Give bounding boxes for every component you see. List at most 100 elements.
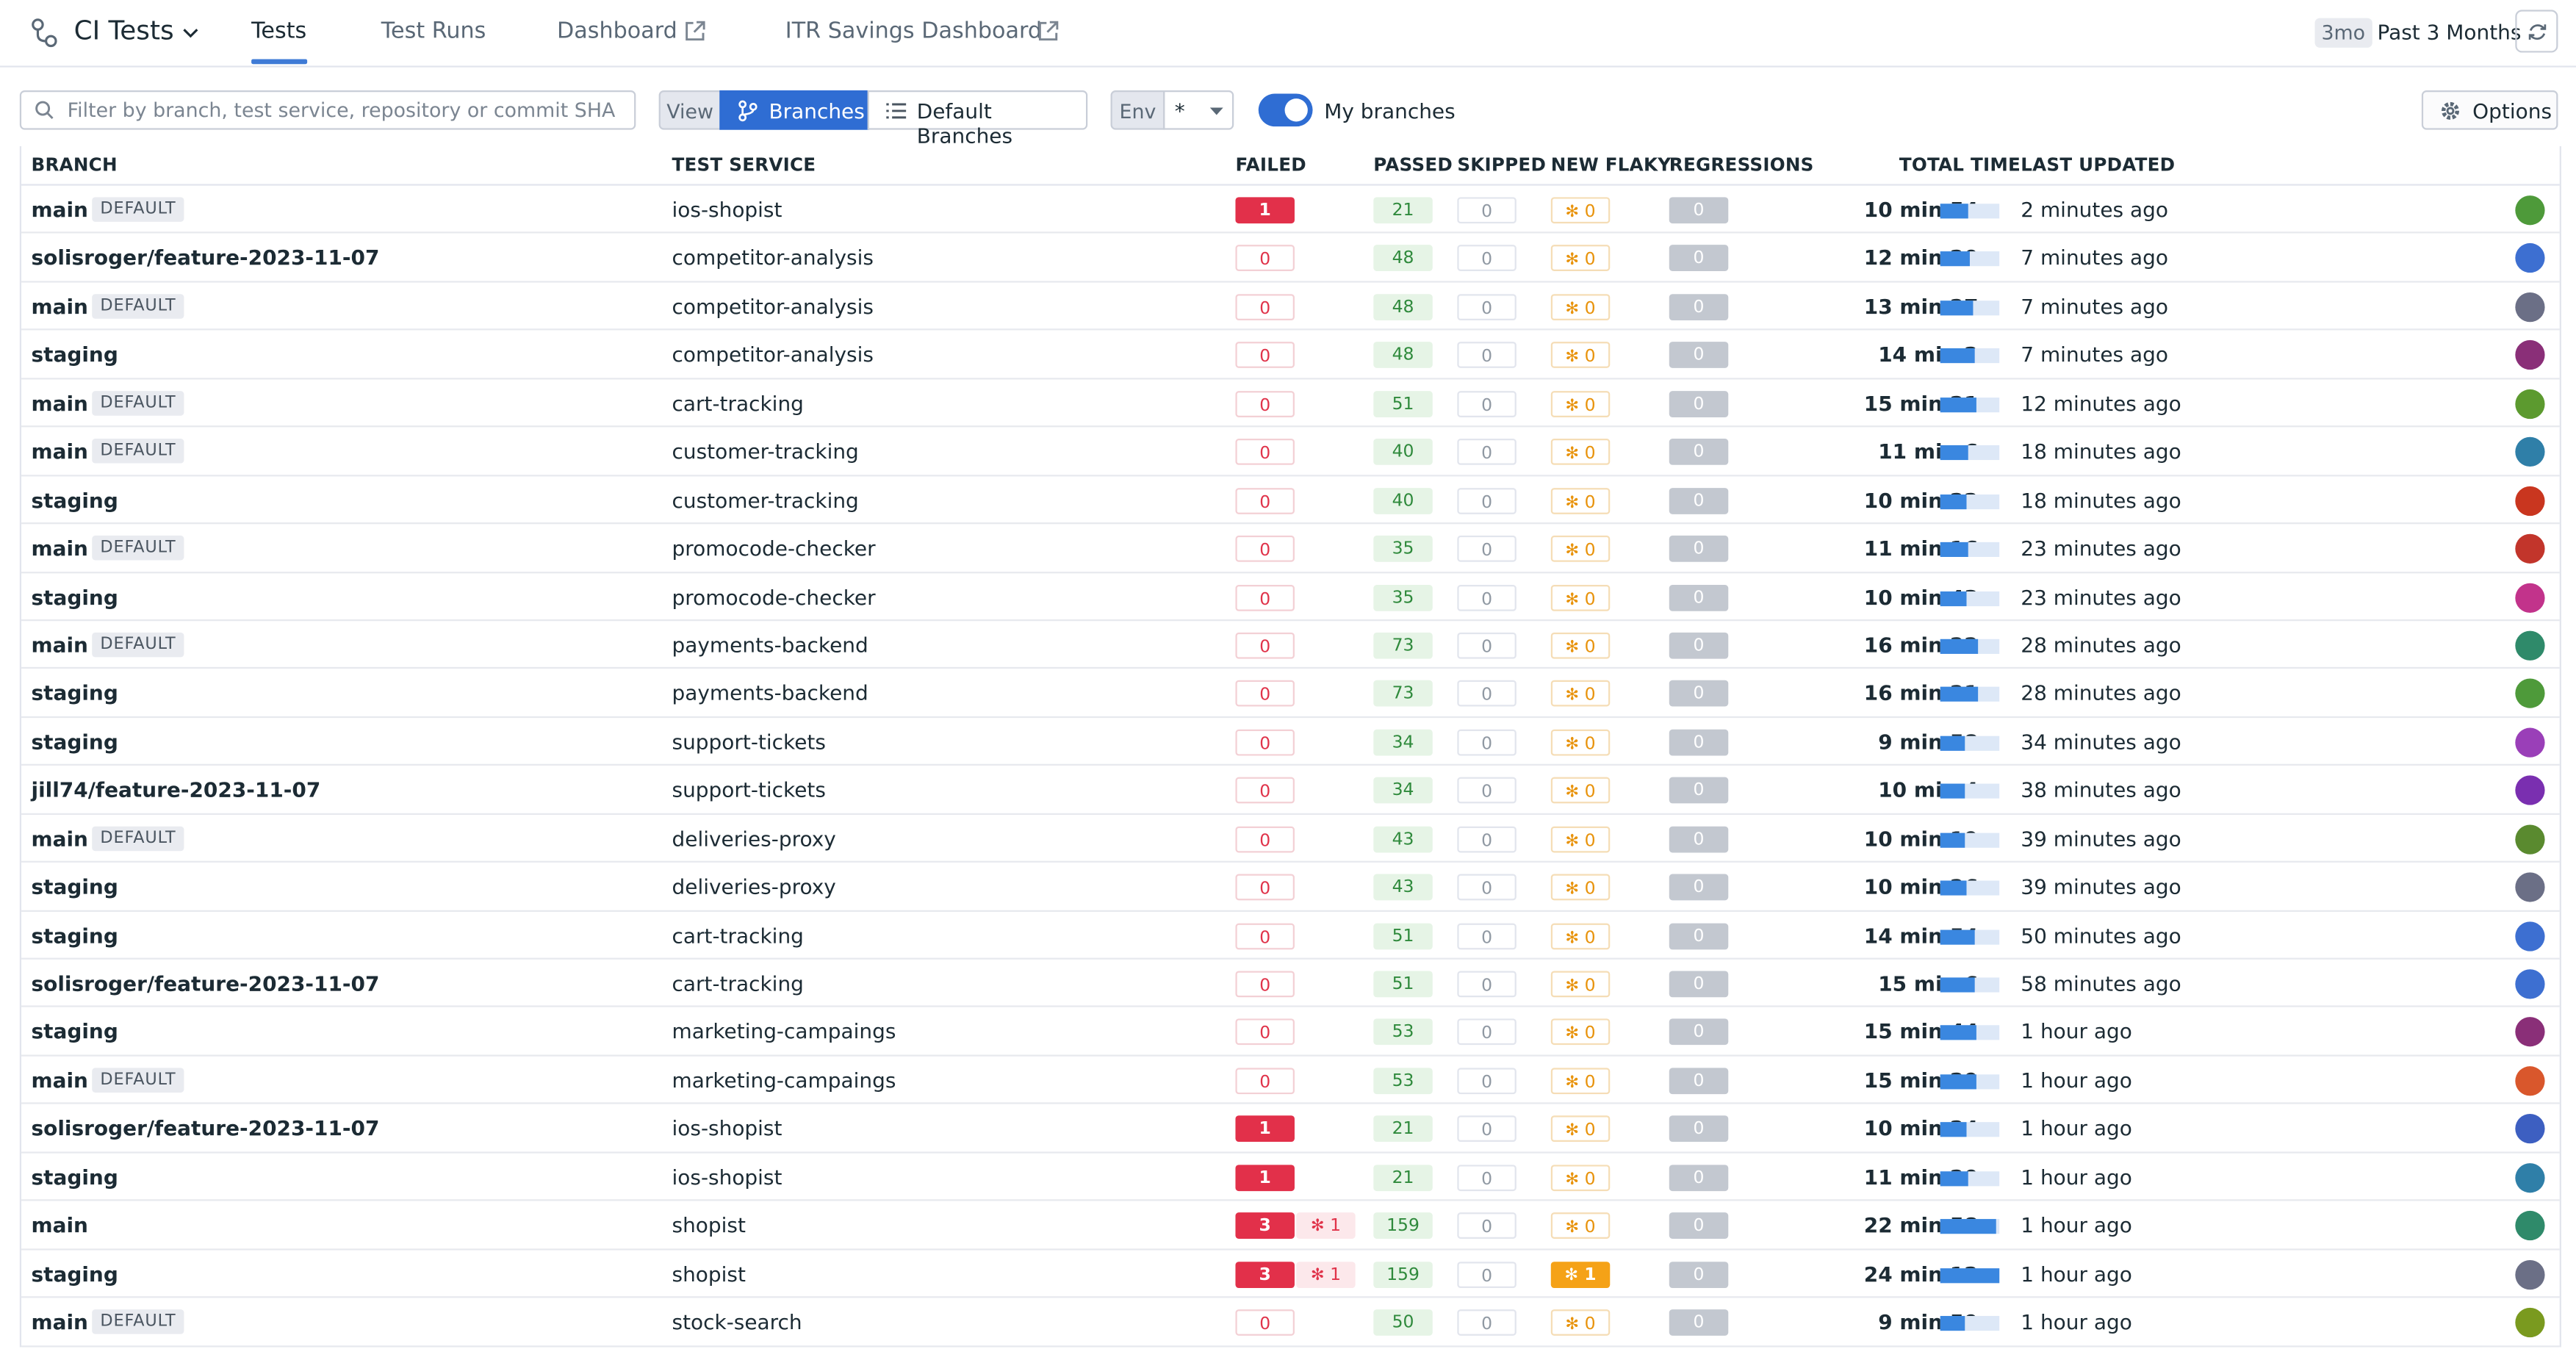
failed-count[interactable]: 0	[1235, 293, 1295, 320]
branch-name[interactable]: main	[31, 1309, 87, 1334]
skipped-count[interactable]: 0	[1457, 1115, 1517, 1143]
branch-name[interactable]: main	[31, 391, 87, 416]
avatar[interactable]	[2515, 727, 2545, 758]
table-row[interactable]: staging ios-shopist 1 21 0 ✻ 0 0 11 min 20 s1 h…	[21, 1153, 2560, 1201]
timeframe-label[interactable]: Past 3 Months	[2377, 20, 2521, 45]
branch-name[interactable]: main	[31, 633, 87, 658]
skipped-count[interactable]: 0	[1457, 390, 1517, 417]
test-service[interactable]: shopist	[672, 1213, 746, 1238]
failed-count[interactable]: 3	[1235, 1261, 1295, 1288]
failed-count[interactable]: 0	[1235, 680, 1295, 708]
avatar[interactable]	[2515, 1065, 2545, 1096]
view-branches-button[interactable]: Branches	[719, 90, 869, 130]
regressions-count[interactable]: 0	[1669, 390, 1729, 417]
col-passed[interactable]: PASSED	[1373, 154, 1453, 176]
col-last-updated[interactable]: LAST UPDATED	[2021, 154, 2175, 176]
test-service[interactable]: cart-tracking	[672, 923, 804, 948]
test-service[interactable]: customer-tracking	[672, 439, 859, 464]
passed-count[interactable]: 48	[1373, 245, 1433, 272]
table-row[interactable]: main DEFAULT promocode-checker 0 35 0 ✻ 0 0 11 m…	[21, 524, 2560, 573]
branch-name[interactable]: staging	[31, 729, 118, 754]
col-branch[interactable]: BRANCH	[31, 154, 117, 176]
my-branches-toggle[interactable]	[1258, 93, 1313, 127]
new-flaky-count[interactable]: ✻ 0	[1550, 1164, 1611, 1191]
regressions-count[interactable]: 0	[1669, 439, 1729, 466]
regressions-count[interactable]: 0	[1669, 874, 1729, 901]
failed-count[interactable]: 0	[1235, 342, 1295, 369]
new-flaky-count[interactable]: ✻ 0	[1550, 487, 1611, 514]
table-row[interactable]: main DEFAULT cart-tracking 0 51 0 ✻ 0 0 15 min 2…	[21, 379, 2560, 428]
branch-name[interactable]: solisroger/feature-2023-11-07	[31, 971, 379, 996]
skipped-count[interactable]: 0	[1457, 874, 1517, 901]
skipped-count[interactable]: 0	[1457, 1019, 1517, 1046]
regressions-count[interactable]: 0	[1669, 342, 1729, 369]
env-select[interactable]: *	[1163, 90, 1234, 130]
table-row[interactable]: staging payments-backend 0 73 0 ✻ 0 0 16 min 21…	[21, 669, 2560, 718]
passed-count[interactable]: 48	[1373, 293, 1433, 320]
new-flaky-count[interactable]: ✻ 0	[1550, 536, 1611, 562]
new-flaky-count[interactable]: ✻ 0	[1550, 971, 1611, 998]
col-regressions[interactable]: REGRESSIONS	[1669, 154, 1814, 176]
avatar[interactable]	[2515, 243, 2545, 274]
table-row[interactable]: main DEFAULT customer-tracking 0 40 0 ✻ 0 0 11 m…	[21, 428, 2560, 476]
regressions-count[interactable]: 0	[1669, 1019, 1729, 1046]
passed-count[interactable]: 43	[1373, 826, 1433, 852]
failed-count[interactable]: 0	[1235, 777, 1295, 804]
skipped-count[interactable]: 0	[1457, 342, 1517, 369]
tab-test-runs[interactable]: Test Runs	[381, 18, 486, 45]
new-flaky-count[interactable]: ✻ 0	[1550, 680, 1611, 708]
new-flaky-count[interactable]: ✻ 0	[1550, 1115, 1611, 1143]
failed-count[interactable]: 0	[1235, 1309, 1295, 1337]
search-input[interactable]	[67, 95, 626, 125]
test-service[interactable]: ios-shopist	[672, 197, 782, 222]
table-row[interactable]: staging shopist 3 ✻ 1 159 0 ✻ 1 0 24 min 12 s1 h…	[21, 1250, 2560, 1298]
passed-count[interactable]: 51	[1373, 390, 1433, 417]
regressions-count[interactable]: 0	[1669, 1261, 1729, 1288]
avatar[interactable]	[2515, 1211, 2545, 1241]
avatar[interactable]	[2515, 437, 2545, 467]
failed-count[interactable]: 1	[1235, 1115, 1295, 1143]
avatar[interactable]	[2515, 1114, 2545, 1144]
table-row[interactable]: staging cart-tracking 0 51 0 ✻ 0 0 14 min 54 s5…	[21, 911, 2560, 960]
passed-count[interactable]: 21	[1373, 1115, 1433, 1143]
avatar[interactable]	[2515, 630, 2545, 661]
regressions-count[interactable]: 0	[1669, 1309, 1729, 1337]
table-row[interactable]: solisroger/feature-2023-11-07 cart-tracki…	[21, 960, 2560, 1008]
test-service[interactable]: support-tickets	[672, 729, 826, 754]
table-row[interactable]: staging deliveries-proxy 0 43 0 ✻ 0 0 10 min 26…	[21, 863, 2560, 912]
avatar[interactable]	[2515, 340, 2545, 370]
new-flaky-count[interactable]: ✻ 0	[1550, 729, 1611, 756]
col-test-service[interactable]: TEST SERVICE	[672, 154, 816, 176]
branch-name[interactable]: staging	[31, 342, 118, 367]
avatar[interactable]	[2515, 969, 2545, 999]
table-row[interactable]: main DEFAULT deliveries-proxy 0 43 0 ✻ 0 0 10 mi…	[21, 814, 2560, 863]
table-row[interactable]: main DEFAULT competitor-analysis 0 48 0 ✻ 0 0 13…	[21, 282, 2560, 331]
skipped-count[interactable]: 0	[1457, 826, 1517, 852]
new-flaky-count[interactable]: ✻ 0	[1550, 777, 1611, 804]
regressions-count[interactable]: 0	[1669, 826, 1729, 852]
avatar[interactable]	[2515, 1307, 2545, 1338]
failed-count[interactable]: 1	[1235, 1164, 1295, 1191]
test-service[interactable]: customer-tracking	[672, 487, 859, 512]
regressions-count[interactable]: 0	[1669, 1164, 1729, 1191]
branch-name[interactable]: staging	[31, 487, 118, 512]
passed-count[interactable]: 48	[1373, 342, 1433, 369]
regressions-count[interactable]: 0	[1669, 1212, 1729, 1240]
regressions-count[interactable]: 0	[1669, 293, 1729, 320]
avatar[interactable]	[2515, 679, 2545, 709]
test-service[interactable]: competitor-analysis	[672, 245, 874, 270]
new-flaky-count[interactable]: ✻ 0	[1550, 439, 1611, 466]
failed-count[interactable]: 0	[1235, 390, 1295, 417]
skipped-count[interactable]: 0	[1457, 1309, 1517, 1337]
table-row[interactable]: main DEFAULT payments-backend 0 73 0 ✻ 0 0 16 mi…	[21, 621, 2560, 669]
skipped-count[interactable]: 0	[1457, 1261, 1517, 1288]
test-service[interactable]: shopist	[672, 1261, 746, 1286]
test-service[interactable]: cart-tracking	[672, 391, 804, 416]
table-row[interactable]: main DEFAULT ios-shopist 1 21 0 ✻ 0 0 10 min 54 …	[21, 186, 2560, 234]
new-flaky-count[interactable]: ✻ 0	[1550, 1068, 1611, 1094]
failed-count[interactable]: 0	[1235, 729, 1295, 756]
branch-name[interactable]: staging	[31, 923, 118, 948]
new-flaky-count[interactable]: ✻ 0	[1550, 1309, 1611, 1337]
failed-count[interactable]: 0	[1235, 1068, 1295, 1094]
avatar[interactable]	[2515, 389, 2545, 419]
